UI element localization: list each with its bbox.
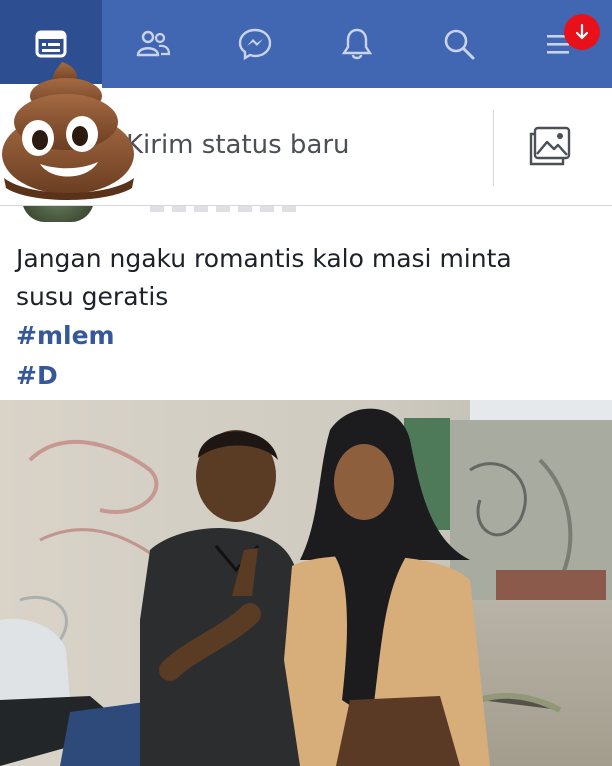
composer-divider [493, 110, 494, 186]
post-body: Jangan ngaku romantis kalo masi minta su… [16, 240, 586, 396]
composer-placeholder[interactable]: Kirim status baru [126, 130, 350, 160]
post-photo[interactable] [0, 400, 612, 766]
news-feed-icon [35, 30, 67, 58]
tab-menu[interactable] [510, 0, 612, 88]
pile-of-poo-emoji [0, 58, 138, 204]
hashtag-mlem[interactable]: #mlem [16, 316, 586, 356]
bell-icon [341, 28, 373, 60]
add-photo-button[interactable] [524, 124, 578, 170]
search-icon [444, 29, 475, 60]
tab-messenger[interactable] [204, 0, 306, 88]
post-author-avatar[interactable] [22, 206, 94, 222]
post-text-line-2: susu geratis [16, 282, 169, 311]
down-arrow-icon [575, 23, 589, 40]
tab-notifications[interactable] [306, 0, 408, 88]
friends-icon [136, 30, 171, 57]
download-badge[interactable] [564, 14, 600, 50]
post-author-name[interactable] [150, 206, 300, 212]
post-text-line-1: Jangan ngaku romantis kalo masi minta [16, 244, 512, 273]
messenger-icon [238, 28, 272, 61]
tab-search[interactable] [408, 0, 510, 88]
post-header-partial [0, 206, 612, 224]
photo-icon [529, 126, 571, 166]
hashtag-d[interactable]: #D [16, 356, 586, 396]
